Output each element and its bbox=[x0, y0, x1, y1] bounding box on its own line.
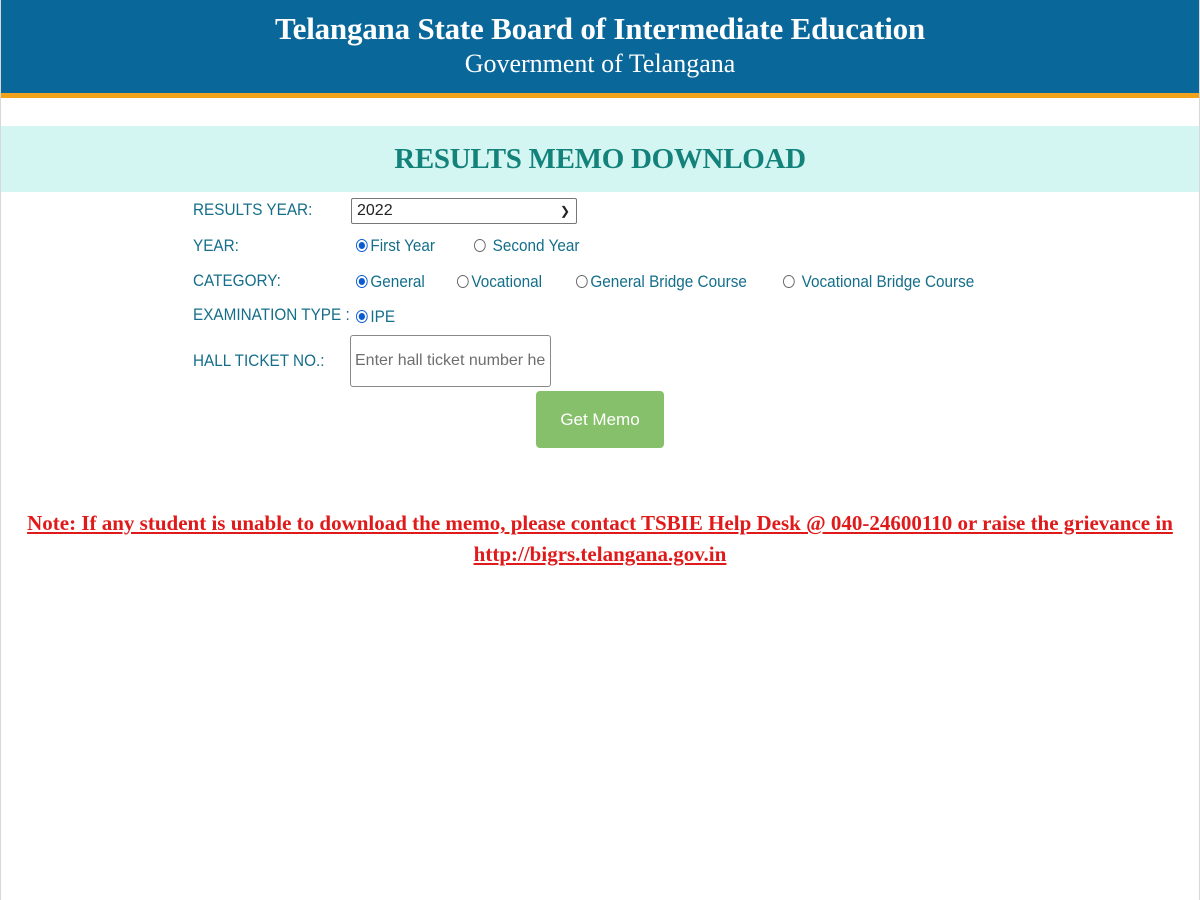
radio-checked-icon[interactable] bbox=[356, 310, 368, 323]
radio-unchecked-icon[interactable] bbox=[576, 275, 588, 288]
page: Telangana State Board of Intermediate Ed… bbox=[0, 0, 1200, 900]
year-option-label: First Year bbox=[370, 236, 436, 255]
site-subtitle: Government of Telangana bbox=[464, 49, 736, 78]
hall-ticket-label: HALL TICKET NO.: bbox=[193, 351, 325, 370]
year-option-second[interactable]: Second Year bbox=[474, 236, 579, 256]
exam-type-option-ipe[interactable]: IPE bbox=[356, 307, 395, 327]
year-option-first[interactable]: First Year bbox=[356, 236, 435, 256]
category-option-general-bridge[interactable]: General Bridge Course bbox=[576, 272, 747, 292]
site-title: Telangana State Board of Intermediate Ed… bbox=[275, 11, 925, 46]
radio-unchecked-icon[interactable] bbox=[474, 239, 486, 252]
grievance-link[interactable]: http://bigrs.telangana.gov.in bbox=[474, 542, 727, 566]
page-banner: RESULTS MEMO DOWNLOAD bbox=[1, 126, 1199, 192]
category-option-vocational-bridge[interactable]: Vocational Bridge Course bbox=[783, 272, 974, 292]
radio-unchecked-icon[interactable] bbox=[783, 275, 795, 288]
category-option-general[interactable]: General bbox=[356, 272, 425, 292]
get-memo-button[interactable]: Get Memo bbox=[536, 391, 664, 448]
results-year-value: 2022 bbox=[357, 202, 393, 219]
category-option-label: Vocational bbox=[471, 272, 543, 291]
category-option-label: General Bridge Course bbox=[590, 272, 747, 291]
year-option-label: Second Year bbox=[492, 236, 580, 255]
category-label: CATEGORY: bbox=[193, 271, 281, 290]
category-option-label: Vocational Bridge Course bbox=[801, 272, 975, 291]
exam-type-option-label: IPE bbox=[370, 307, 396, 326]
helpdesk-note-text: Note: If any student is unable to downlo… bbox=[27, 511, 1173, 535]
year-label: YEAR: bbox=[193, 236, 239, 255]
category-option-vocational[interactable]: Vocational bbox=[457, 272, 542, 292]
radio-checked-icon[interactable] bbox=[356, 239, 368, 252]
exam-type-label: EXAMINATION TYPE : bbox=[193, 305, 350, 324]
chevron-down-icon: ❯ bbox=[559, 204, 570, 218]
radio-checked-icon[interactable] bbox=[356, 275, 368, 288]
results-year-label: RESULTS YEAR: bbox=[193, 200, 313, 219]
hall-ticket-input[interactable] bbox=[350, 335, 551, 387]
page-title: RESULTS MEMO DOWNLOAD bbox=[394, 143, 806, 175]
category-option-label: General bbox=[370, 272, 425, 291]
radio-unchecked-icon[interactable] bbox=[457, 275, 469, 288]
results-year-select[interactable]: 2022 ❯ bbox=[351, 198, 577, 224]
site-header: Telangana State Board of Intermediate Ed… bbox=[1, 0, 1199, 98]
helpdesk-note: Note: If any student is unable to downlo… bbox=[11, 508, 1189, 570]
